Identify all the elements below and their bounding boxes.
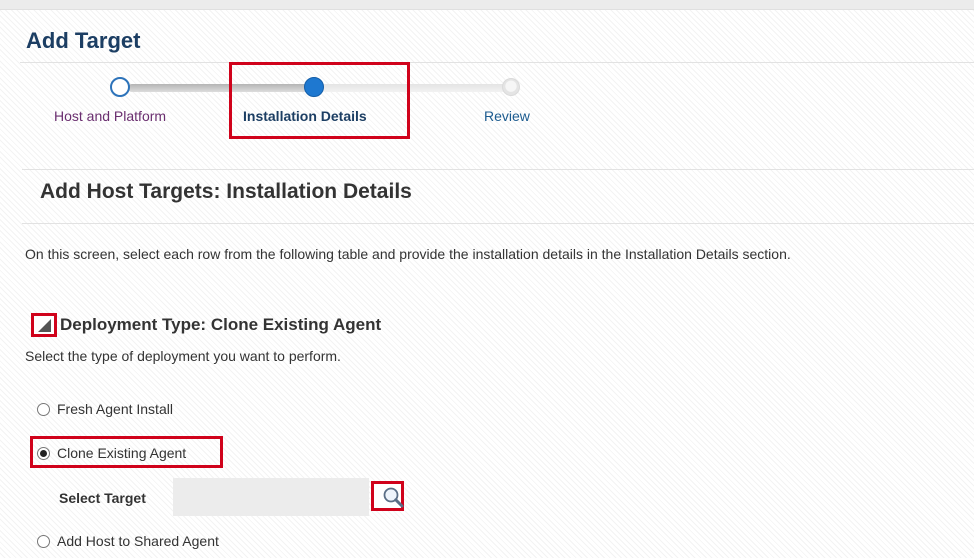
radio-fresh-agent-install[interactable]: Fresh Agent Install: [37, 401, 173, 417]
top-bar: [0, 0, 974, 10]
section-divider-top: [22, 169, 974, 170]
radio-add-host-shared-agent[interactable]: Add Host to Shared Agent: [37, 533, 219, 549]
radio-button[interactable]: [37, 534, 50, 548]
radio-label: Add Host to Shared Agent: [57, 533, 219, 549]
search-target-button[interactable]: [371, 481, 404, 511]
page-title: Add Target: [26, 28, 141, 53]
step-stop-host-platform[interactable]: [110, 77, 130, 97]
radio-label: Fresh Agent Install: [57, 401, 173, 417]
magnifier-icon: [383, 487, 404, 508]
section-title: Add Host Targets: Installation Details: [40, 180, 412, 203]
deployment-type-title: Deployment Type: Clone Existing Agent: [60, 315, 382, 334]
select-target-label: Select Target: [59, 490, 146, 506]
deployment-type-subtitle: Select the type of deployment you want t…: [25, 348, 341, 364]
step-stop-review: [502, 78, 520, 96]
title-divider: [20, 62, 974, 63]
highlight-clone-option: [30, 436, 223, 468]
section-divider-bottom: [22, 223, 974, 224]
step-label-host-platform[interactable]: Host and Platform: [54, 108, 166, 124]
radio-button[interactable]: [37, 402, 50, 416]
intro-text: On this screen, select each row from the…: [25, 246, 791, 262]
disclosure-triangle-icon[interactable]: [31, 313, 57, 337]
step-train: Host and Platform Installation Details R…: [0, 70, 974, 140]
select-target-input[interactable]: [173, 478, 369, 516]
highlight-current-step: [229, 62, 410, 139]
step-label-review: Review: [484, 108, 530, 124]
